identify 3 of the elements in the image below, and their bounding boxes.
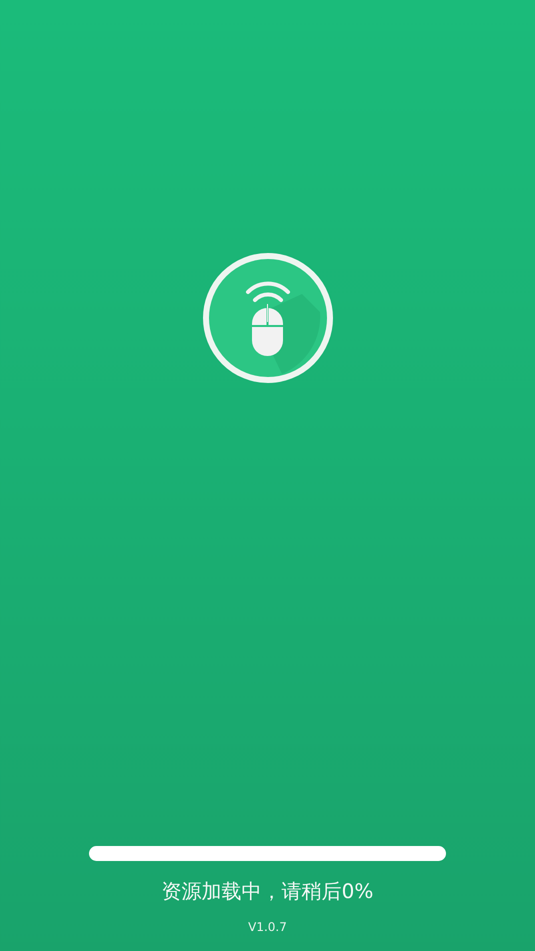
version-text: V1.0.7 bbox=[248, 919, 287, 936]
loading-status-text: 资源加载中，请稍后0% bbox=[162, 878, 374, 905]
wireless-mouse-logo-icon bbox=[202, 252, 334, 384]
